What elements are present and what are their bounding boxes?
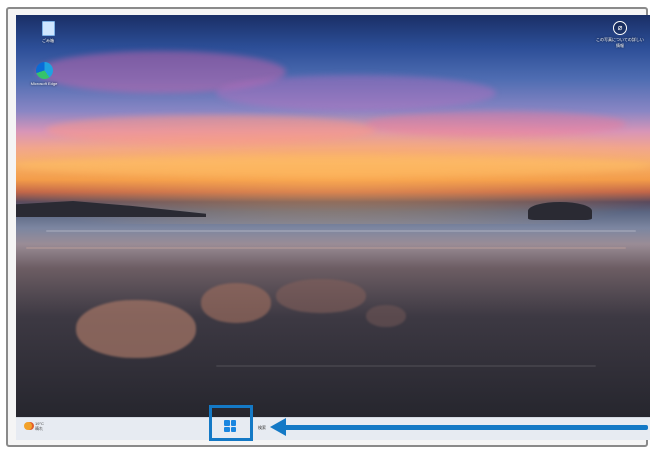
beach-rock bbox=[76, 300, 196, 358]
beach-rock bbox=[276, 279, 366, 313]
cloud bbox=[216, 75, 496, 111]
desktop-icon-recycle-bin[interactable]: ごみ箱 bbox=[26, 21, 70, 44]
learn-about-picture-widget[interactable]: ⌀ この写真についての詳しい情報 bbox=[596, 21, 644, 49]
island-silhouette bbox=[528, 202, 592, 220]
weather-sun-icon bbox=[24, 422, 32, 430]
learn-about-picture-label: この写真についての詳しい情報 bbox=[596, 37, 644, 48]
water-ripple bbox=[216, 365, 596, 367]
beach-rock bbox=[201, 283, 271, 323]
start-button-highlight-box bbox=[209, 405, 253, 441]
beach-rock bbox=[366, 305, 406, 327]
recycle-bin-icon bbox=[41, 21, 55, 36]
taskbar-search-label[interactable]: 検索 bbox=[258, 425, 266, 431]
desktop-icon-edge[interactable]: Microsoft Edge bbox=[22, 62, 66, 86]
water-ripple bbox=[46, 230, 636, 232]
camera-info-icon: ⌀ bbox=[613, 21, 627, 35]
pointer-arrow-head bbox=[270, 418, 286, 436]
desktop-icon-label: ごみ箱 bbox=[42, 38, 54, 43]
weather-condition: 晴れ bbox=[35, 426, 43, 431]
cloud bbox=[46, 115, 376, 145]
desktop-wallpaper: ごみ箱 Microsoft Edge ⌀ この写真についての詳しい情報 bbox=[16, 15, 650, 417]
pointer-arrow-shaft bbox=[282, 425, 648, 430]
weather-text: 19°C 晴れ bbox=[35, 421, 44, 431]
cloud bbox=[366, 111, 626, 137]
water-ripple bbox=[26, 247, 626, 249]
cloud bbox=[16, 155, 650, 177]
edge-icon bbox=[35, 62, 53, 79]
desktop-icon-label: Microsoft Edge bbox=[30, 81, 58, 86]
weather-widget[interactable]: 19°C 晴れ bbox=[24, 421, 44, 431]
